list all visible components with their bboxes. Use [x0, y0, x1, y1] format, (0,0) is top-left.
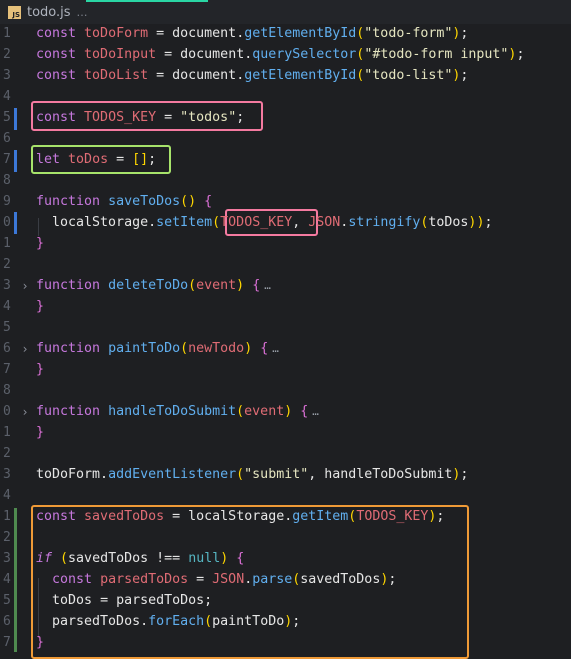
code-line[interactable]: 6	[0, 128, 571, 149]
code-text: const parsedToDos = JSON.parse(savedToDo…	[52, 572, 397, 587]
editor-tab-bar: JS todo.js …	[0, 0, 571, 24]
line-number: 5	[3, 110, 11, 125]
code-line[interactable]: 0 localStorage.setItem(TODOS_KEY, JSON.s…	[0, 212, 571, 233]
code-text: const toDoList = document.getElementById…	[36, 68, 469, 83]
line-number: 0	[3, 215, 11, 230]
code-text: const toDoInput = document.querySelector…	[36, 47, 525, 62]
code-line[interactable]: 8	[0, 170, 571, 191]
code-line[interactable]: 1 const savedToDos = localStorage.getItem…	[0, 506, 571, 527]
tab-todo-js[interactable]: JS todo.js …	[0, 0, 88, 24]
code-line[interactable]: 2	[0, 527, 571, 548]
code-line[interactable]: 0 › function handleToDoSubmit(event) {…	[0, 401, 571, 422]
code-line[interactable]: 5 const TODOS_KEY = "todos";	[0, 107, 571, 128]
code-line[interactable]: 5 toDos = parsedToDos;	[0, 590, 571, 611]
line-number: 2	[3, 47, 11, 62]
code-line[interactable]: 4}	[0, 296, 571, 317]
code-text: const TODOS_KEY = "todos";	[36, 110, 245, 125]
code-line[interactable]: 7 let toDos = [];	[0, 149, 571, 170]
code-line[interactable]: 7}	[0, 359, 571, 380]
breadcrumb[interactable]: …	[77, 6, 88, 19]
line-number: 6	[3, 131, 11, 146]
code-text: function deleteToDo(event) {…	[36, 278, 271, 293]
line-number: 8	[3, 173, 11, 188]
tab-title: todo.js	[27, 4, 71, 20]
code-text: toDos = parsedToDos;	[52, 593, 213, 608]
line-number: 4	[3, 89, 11, 104]
fold-chevron-icon[interactable]: ›	[20, 342, 30, 356]
code-text: }	[36, 362, 45, 377]
code-line[interactable]: 4	[0, 86, 571, 107]
js-file-icon: JS	[8, 5, 21, 19]
line-number: 8	[3, 383, 11, 398]
code-line[interactable]: 8	[0, 380, 571, 401]
code-line[interactable]: 6 › function paintToDo(newTodo) {…	[0, 338, 571, 359]
code-line[interactable]: 3 const toDoList = document.getElementByI…	[0, 65, 571, 86]
line-number: 1	[3, 425, 11, 440]
line-number: 5	[3, 593, 11, 608]
line-number: 7	[3, 152, 11, 167]
code-line[interactable]: 1}	[0, 233, 571, 254]
code-line[interactable]: 1 const toDoForm = document.getElementByI…	[0, 23, 571, 44]
line-number: 4	[3, 488, 11, 503]
line-number: 0	[3, 404, 11, 419]
code-line[interactable]: 7}	[0, 632, 571, 653]
fold-chevron-icon[interactable]: ›	[20, 279, 30, 293]
line-number: 2	[3, 530, 11, 545]
line-number: 1	[3, 26, 11, 41]
code-text: }	[36, 635, 45, 650]
fold-chevron-icon[interactable]: ›	[20, 405, 30, 419]
code-line[interactable]: 4 const parsedToDos = JSON.parse(savedTo…	[0, 569, 571, 590]
code-text: const savedToDos = localStorage.getItem(…	[36, 509, 445, 524]
code-line[interactable]: 3 toDoForm.addEventListener("submit", han…	[0, 464, 571, 485]
code-line[interactable]: 2	[0, 254, 571, 275]
code-text: toDoForm.addEventListener("submit", hand…	[36, 467, 469, 482]
code-text: let toDos = [];	[36, 152, 157, 167]
line-number: 4	[3, 572, 11, 587]
line-number: 3	[3, 68, 11, 83]
line-number: 6	[3, 341, 11, 356]
code-line[interactable]: 2	[0, 443, 571, 464]
line-number: 7	[3, 362, 11, 377]
tab-accent-bar	[86, 0, 208, 2]
code-editor[interactable]: 1 const toDoForm = document.getElementByI…	[0, 23, 571, 659]
line-number: 5	[3, 320, 11, 335]
code-text: }	[36, 236, 45, 251]
code-text: parsedToDos.forEach(paintToDo);	[52, 614, 301, 629]
code-text: const toDoForm = document.getElementById…	[36, 26, 469, 41]
code-text: function saveToDos() {	[36, 194, 213, 209]
code-line[interactable]: 6 parsedToDos.forEach(paintToDo);	[0, 611, 571, 632]
code-line[interactable]: 3 › function deleteToDo(event) {…	[0, 275, 571, 296]
line-number: 2	[3, 257, 11, 272]
line-number: 6	[3, 614, 11, 629]
code-line[interactable]: 1}	[0, 422, 571, 443]
code-line[interactable]: 3 if (savedToDos !== null) {	[0, 548, 571, 569]
code-text: localStorage.setItem(TODOS_KEY, JSON.str…	[52, 215, 493, 230]
line-number: 4	[3, 299, 11, 314]
code-line[interactable]: 5	[0, 317, 571, 338]
line-number: 3	[3, 467, 11, 482]
line-number: 7	[3, 635, 11, 650]
code-text: if (savedToDos !== null) {	[36, 551, 245, 566]
code-line[interactable]: 2 const toDoInput = document.querySelecto…	[0, 44, 571, 65]
line-number: 3	[3, 278, 11, 293]
line-number: 2	[3, 446, 11, 461]
code-line[interactable]: 9 function saveToDos() {	[0, 191, 571, 212]
code-text: function handleToDoSubmit(event) {…	[36, 404, 319, 419]
line-number: 1	[3, 236, 11, 251]
code-text: function paintToDo(newTodo) {…	[36, 341, 279, 356]
line-number: 1	[3, 509, 11, 524]
line-number: 9	[3, 194, 11, 209]
code-text: }	[36, 425, 45, 440]
code-text: }	[36, 299, 45, 314]
code-line[interactable]: 4	[0, 485, 571, 506]
line-number: 3	[3, 551, 11, 566]
